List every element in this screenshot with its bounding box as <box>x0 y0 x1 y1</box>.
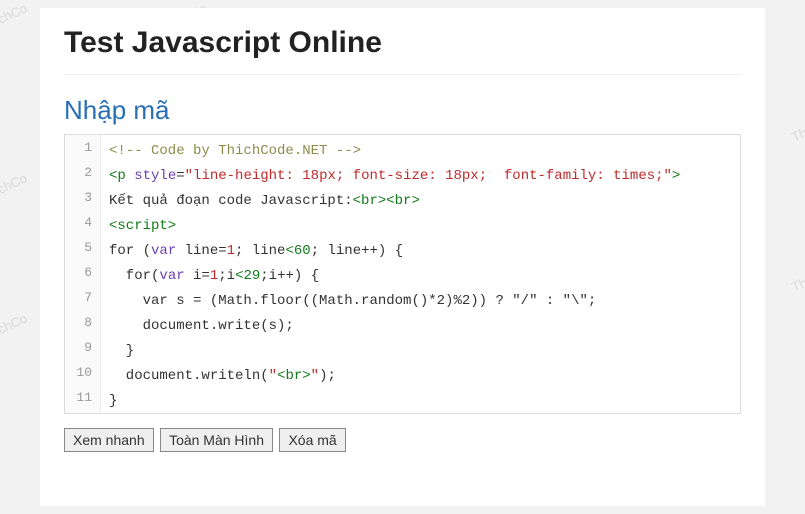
code-line[interactable]: <!-- Code by ThichCode.NET --> <box>109 139 732 164</box>
code-line[interactable]: document.write(s); <box>109 314 732 339</box>
code-line[interactable]: for(var i=1;i<29;i++) { <box>109 264 732 289</box>
code-line[interactable]: } <box>109 339 732 364</box>
line-number: 11 <box>65 385 100 410</box>
line-number: 3 <box>65 185 100 210</box>
preview-button[interactable]: Xem nhanh <box>64 428 154 452</box>
line-number: 8 <box>65 310 100 335</box>
line-number: 10 <box>65 360 100 385</box>
line-number: 9 <box>65 335 100 360</box>
watermark: ThichCo <box>0 0 29 34</box>
clear-button[interactable]: Xóa mã <box>279 428 345 452</box>
code-line[interactable]: for (var line=1; line<60; line++) { <box>109 239 732 264</box>
code-line[interactable]: document.writeln("<br>"); <box>109 364 732 389</box>
line-gutter: 1234567891011 <box>65 135 101 413</box>
line-number: 1 <box>65 135 100 160</box>
code-line[interactable]: } <box>109 389 732 413</box>
button-row: Xem nhanh Toàn Màn Hình Xóa mã <box>64 428 741 452</box>
code-content[interactable]: <!-- Code by ThichCode.NET --><p style="… <box>101 135 740 413</box>
code-line[interactable]: <script> <box>109 214 732 239</box>
watermark: ThichCo <box>789 110 805 144</box>
line-number: 5 <box>65 235 100 260</box>
section-label: Nhập mã <box>64 95 741 126</box>
page-title: Test Javascript Online <box>64 26 741 75</box>
line-number: 2 <box>65 160 100 185</box>
line-number: 6 <box>65 260 100 285</box>
fullscreen-button[interactable]: Toàn Màn Hình <box>160 428 273 452</box>
watermark: ThichCo <box>0 170 29 204</box>
code-line[interactable]: var s = (Math.floor((Math.random()*2)%2)… <box>109 289 732 314</box>
line-number: 7 <box>65 285 100 310</box>
code-line[interactable]: Kết quả đoạn code Javascript:<br><br> <box>109 189 732 214</box>
editor-scroll[interactable]: 1234567891011 <!-- Code by ThichCode.NET… <box>65 135 740 413</box>
code-editor[interactable]: 1234567891011 <!-- Code by ThichCode.NET… <box>64 134 741 414</box>
main-card: Test Javascript Online Nhập mã 123456789… <box>40 8 765 506</box>
watermark: ThichCo <box>789 260 805 294</box>
code-line[interactable]: <p style="line-height: 18px; font-size: … <box>109 164 732 189</box>
line-number: 4 <box>65 210 100 235</box>
watermark: ThichCo <box>0 310 29 344</box>
